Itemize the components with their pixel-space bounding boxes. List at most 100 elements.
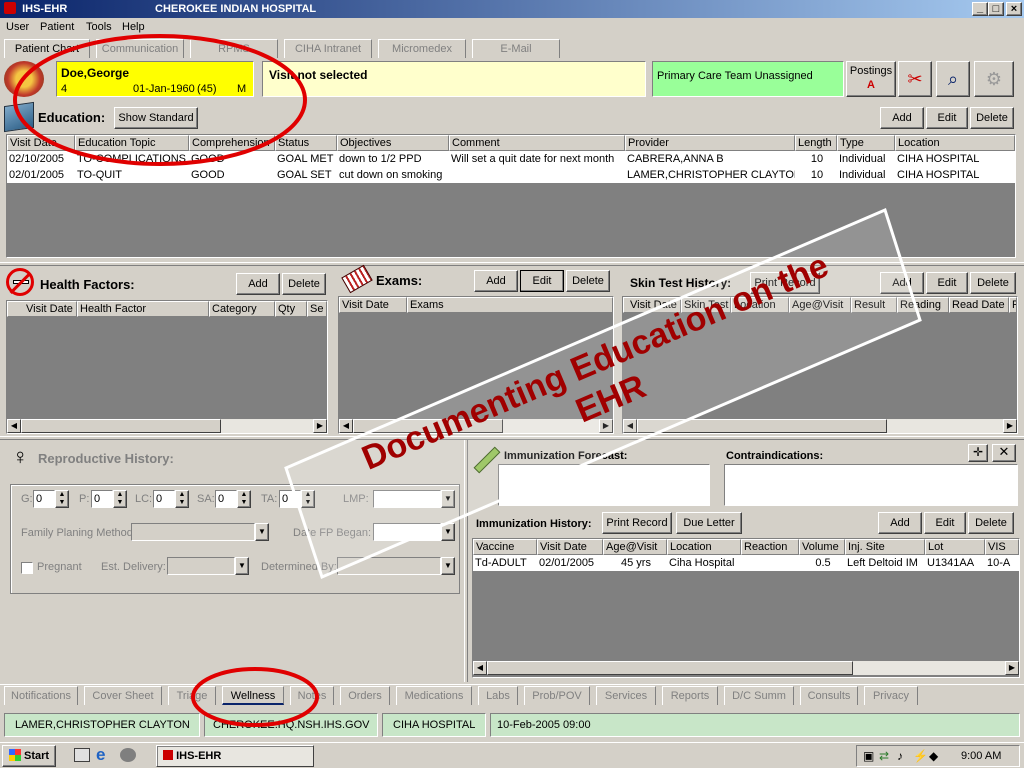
close-button[interactable]: ×: [1006, 2, 1022, 16]
col-category[interactable]: Category: [209, 301, 275, 317]
skin-test-edit-button[interactable]: Edit: [926, 272, 968, 294]
tab-ciha-intranet[interactable]: CIHA Intranet: [284, 39, 372, 58]
col-comment[interactable]: Comment: [449, 135, 625, 151]
shield-icon[interactable]: ◆: [929, 749, 938, 763]
menu-tools[interactable]: Tools: [86, 21, 112, 33]
sync-icon[interactable]: ⇄: [879, 749, 889, 763]
pregnant-checkbox[interactable]: [21, 562, 33, 574]
expand-icon[interactable]: ✛: [968, 444, 988, 462]
tab-medications[interactable]: Medications: [396, 686, 472, 705]
scroll-left-icon[interactable]: ◀: [339, 419, 353, 433]
education-edit-button[interactable]: Edit: [926, 107, 968, 129]
sa-input[interactable]: 0: [215, 490, 237, 508]
browser-icon[interactable]: e: [96, 745, 105, 765]
table-row[interactable]: Td-ADULT 02/01/2005 45 yrs Ciha Hospital…: [473, 555, 1019, 571]
tab-micromedex[interactable]: Micromedex: [378, 39, 466, 58]
col-se[interactable]: Se: [307, 301, 327, 317]
scroll-right-icon[interactable]: ▶: [1003, 419, 1017, 433]
col-age-at-visit[interactable]: Age@Visit: [603, 539, 667, 555]
p-input[interactable]: 0: [91, 490, 113, 508]
col-provider[interactable]: Provider: [625, 135, 795, 151]
immunization-print-button[interactable]: Print Record: [602, 512, 672, 534]
postings-button[interactable]: Postings A: [846, 61, 896, 97]
family-planning-select[interactable]: [131, 523, 255, 541]
minimize-button[interactable]: _: [972, 2, 988, 16]
col-education-topic[interactable]: Education Topic: [75, 135, 189, 151]
exams-edit-button[interactable]: Edit: [520, 270, 564, 292]
media-icon[interactable]: [120, 748, 136, 762]
col-visit-date[interactable]: Visit Date: [339, 297, 407, 313]
immunization-hscroll[interactable]: ◀ ▶: [473, 661, 1019, 675]
exams-add-button[interactable]: Add: [474, 270, 518, 292]
scroll-thumb[interactable]: [21, 419, 221, 433]
col-volume[interactable]: Volume: [799, 539, 845, 555]
table-row[interactable]: 02/10/2005 TO-COMPLICATIONS GOOD GOAL ME…: [7, 151, 1015, 167]
scroll-thumb[interactable]: [637, 419, 887, 433]
maximize-button[interactable]: □: [988, 2, 1004, 16]
tab-communication[interactable]: Communication: [96, 39, 184, 58]
menu-patient[interactable]: Patient: [40, 21, 74, 33]
immunization-add-button[interactable]: Add: [878, 512, 922, 534]
search-icon[interactable]: ⌕: [936, 61, 970, 97]
tab-notes[interactable]: Notes: [290, 686, 334, 705]
tab-privacy[interactable]: Privacy: [864, 686, 918, 705]
health-factors-hscroll[interactable]: ◀ ▶: [7, 419, 327, 433]
tab-cover-sheet[interactable]: Cover Sheet: [84, 686, 162, 705]
visit-box[interactable]: Visit not selected: [262, 61, 646, 97]
table-row[interactable]: 02/01/2005 TO-QUIT GOOD GOAL SET cut dow…: [7, 167, 1015, 183]
close-panel-icon[interactable]: ✕: [992, 444, 1016, 462]
care-team-box[interactable]: Primary Care Team Unassigned: [652, 61, 844, 97]
start-button[interactable]: Start: [2, 745, 56, 767]
tab-email[interactable]: E-Mail: [472, 39, 560, 58]
tools-icon[interactable]: ✂: [898, 61, 932, 97]
tab-labs[interactable]: Labs: [478, 686, 518, 705]
col-status[interactable]: Status: [275, 135, 337, 151]
immunization-delete-button[interactable]: Delete: [968, 512, 1014, 534]
tab-reports[interactable]: Reports: [662, 686, 718, 705]
tab-services[interactable]: Services: [596, 686, 656, 705]
health-factors-add-button[interactable]: Add: [236, 273, 280, 295]
col-type[interactable]: Type: [837, 135, 895, 151]
date-fp-dropdown-icon[interactable]: ▼: [441, 523, 455, 541]
menu-help[interactable]: Help: [122, 21, 145, 33]
education-delete-button[interactable]: Delete: [970, 107, 1014, 129]
col-f[interactable]: F: [1009, 297, 1017, 313]
col-comprehension[interactable]: Comprehension: [189, 135, 275, 151]
tab-rpms[interactable]: RPMS: [190, 39, 278, 58]
desktop-icon[interactable]: [74, 748, 90, 762]
tab-triage[interactable]: Triage: [168, 686, 216, 705]
health-factors-delete-button[interactable]: Delete: [282, 273, 326, 295]
power-icon[interactable]: ⚡: [913, 749, 928, 763]
col-objectives[interactable]: Objectives: [337, 135, 449, 151]
col-vis[interactable]: VIS: [985, 539, 1019, 555]
patient-box[interactable]: Doe,George 4 01-Jan-1960 (45) M: [56, 61, 254, 97]
g-input[interactable]: 0: [33, 490, 55, 508]
sa-spinner[interactable]: ▲ ▼: [237, 490, 251, 508]
est-delivery-input[interactable]: [167, 557, 235, 575]
est-delivery-dropdown-icon[interactable]: ▼: [235, 557, 249, 575]
menu-user[interactable]: User: [6, 21, 29, 33]
family-planning-dropdown-icon[interactable]: ▼: [255, 523, 269, 541]
col-location[interactable]: Location: [895, 135, 1015, 151]
col-visit-date[interactable]: Visit Date: [537, 539, 603, 555]
col-vaccine[interactable]: Vaccine: [473, 539, 537, 555]
scroll-left-icon[interactable]: ◀: [473, 661, 487, 675]
col-inj-site[interactable]: Inj. Site: [845, 539, 925, 555]
col-reaction[interactable]: Reaction: [741, 539, 799, 555]
col-visit-date[interactable]: Visit Date: [7, 135, 75, 151]
taskbar-ihs-ehr[interactable]: IHS-EHR: [156, 745, 314, 767]
immunization-edit-button[interactable]: Edit: [924, 512, 966, 534]
g-spinner[interactable]: ▲ ▼: [55, 490, 69, 508]
col-visit-date[interactable]: Visit Date: [7, 301, 77, 317]
determined-by-select[interactable]: [337, 557, 441, 575]
due-letter-button[interactable]: Due Letter: [676, 512, 742, 534]
skin-test-hscroll[interactable]: ◀ ▶: [623, 419, 1017, 433]
col-qty[interactable]: Qty: [275, 301, 307, 317]
scroll-right-icon[interactable]: ▶: [313, 419, 327, 433]
tab-dc-summ[interactable]: D/C Summ: [724, 686, 794, 705]
col-lot[interactable]: Lot: [925, 539, 985, 555]
col-read-date[interactable]: Read Date: [949, 297, 1009, 313]
exams-delete-button[interactable]: Delete: [566, 270, 610, 292]
disabled-tool-icon[interactable]: ⚙: [974, 61, 1014, 97]
volume-icon[interactable]: ♪: [897, 749, 903, 763]
